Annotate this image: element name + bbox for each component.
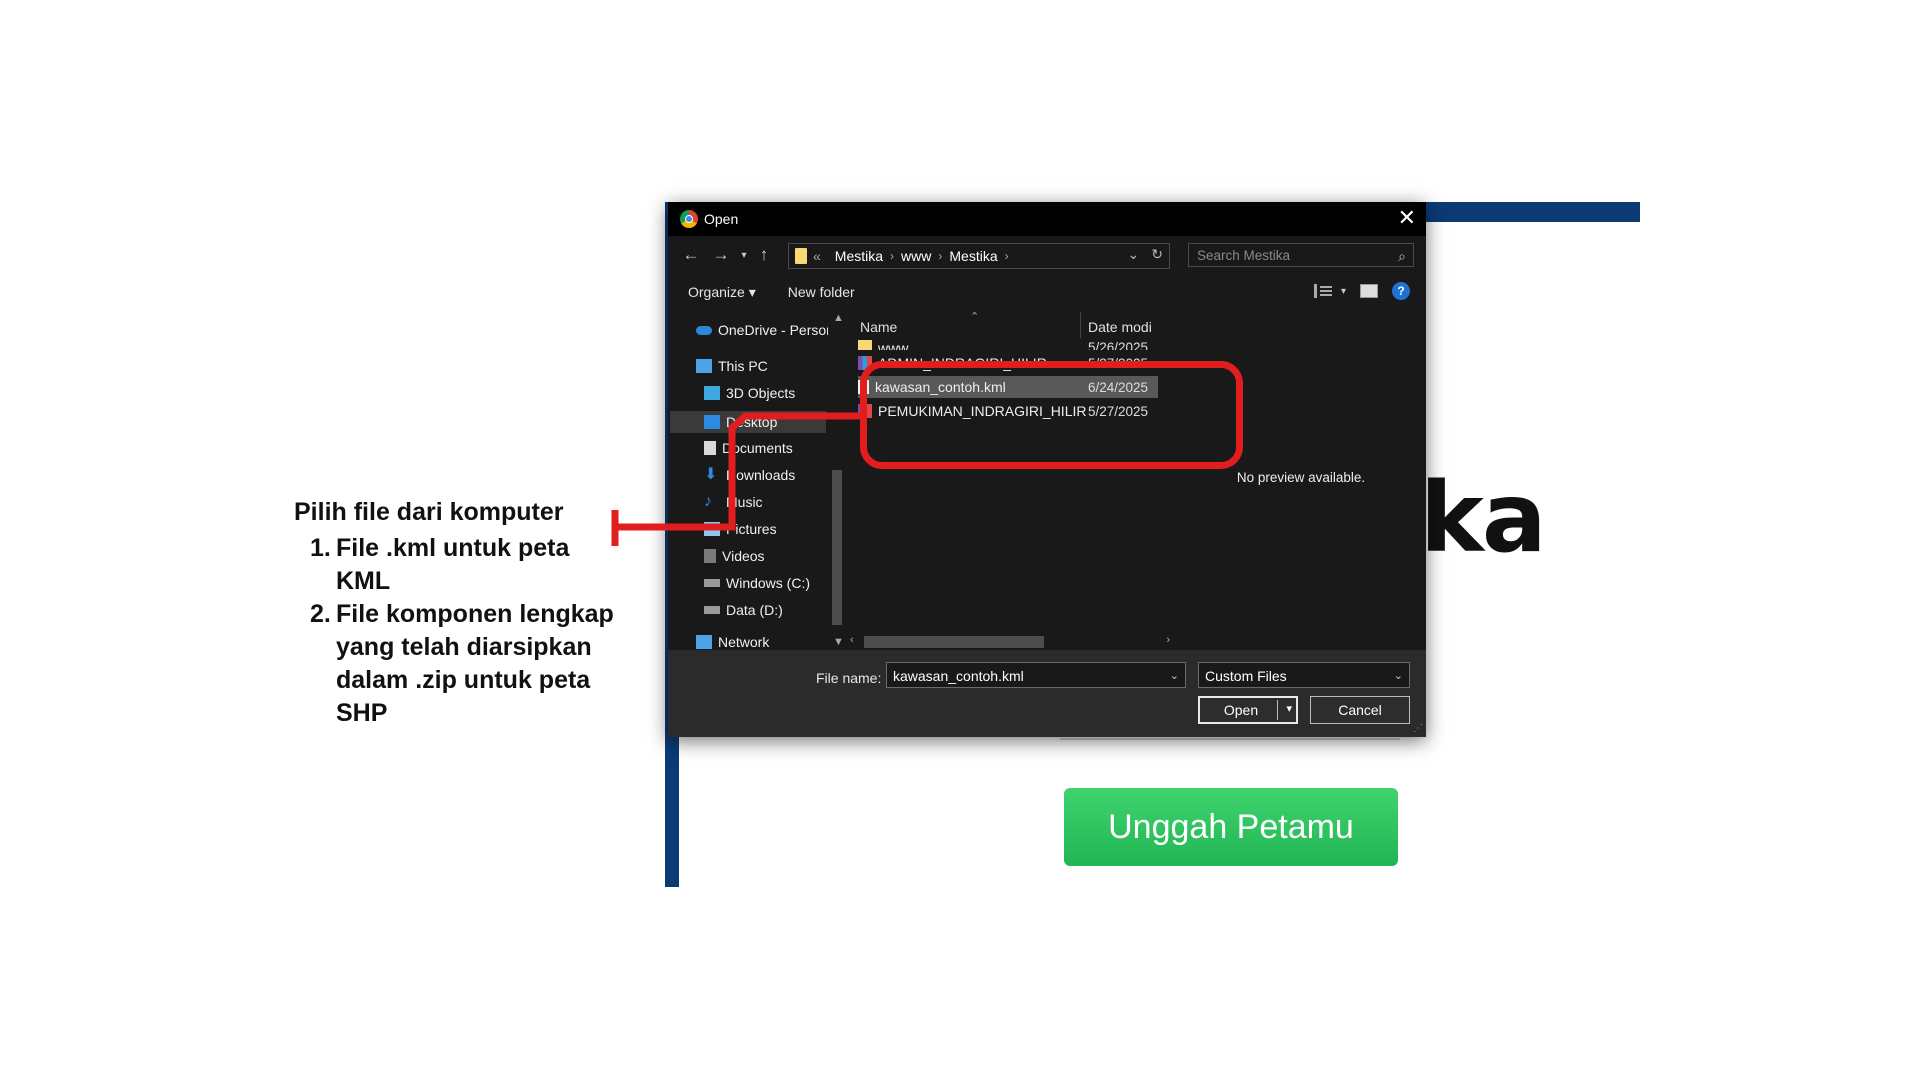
annotation-item: 2. File komponen lengkap yang telah diar… [294,598,616,730]
annotation-text: File .kml untuk peta KML [336,534,570,595]
annotation-text: File komponen lengkap yang telah diarsip… [336,600,614,727]
annotation-list: 1. File .kml untuk peta KML 2. File komp… [294,532,616,730]
annotation-connector [611,412,860,546]
annotation-number: 2. [310,600,331,628]
annotation-item: 1. File .kml untuk peta KML [294,532,616,598]
annotation-number: 1. [310,534,331,562]
connector-line [616,412,860,531]
annotation-title: Pilih file dari komputer [294,498,564,526]
